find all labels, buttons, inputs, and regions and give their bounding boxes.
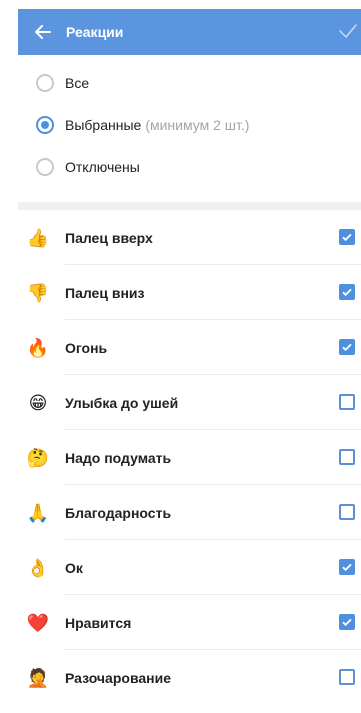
reaction-label: Разочарование: [65, 669, 171, 686]
thumbs-down-icon: 👎: [26, 282, 50, 303]
radio-disabled[interactable]: [36, 158, 54, 176]
option-label: Все: [65, 75, 90, 91]
mode-option-selected[interactable]: Выбранные (минимум 2 шт.): [18, 104, 361, 146]
reaction-item-facepalm[interactable]: 🤦 Разочарование: [18, 650, 361, 705]
reaction-checkbox[interactable]: [339, 339, 355, 355]
check-icon[interactable]: [337, 20, 359, 42]
reaction-item-thumbs-down[interactable]: 👎 Палец вниз: [18, 265, 361, 320]
option-label: Отключены: [65, 159, 140, 175]
thumbs-up-icon: 👍: [26, 227, 50, 248]
reaction-checkbox[interactable]: [339, 449, 355, 465]
page-title: Реакции: [66, 24, 124, 40]
reaction-item-pray[interactable]: 🙏 Благодарность: [18, 485, 361, 540]
reaction-checkbox[interactable]: [339, 229, 355, 245]
reaction-item-thumbs-up[interactable]: 👍 Палец вверх: [18, 210, 361, 265]
radio-all[interactable]: [36, 74, 54, 92]
reaction-item-grin[interactable]: 😁 Улыбка до ушей: [18, 375, 361, 430]
thinking-face-icon: 🤔: [26, 447, 50, 468]
reaction-label: Нравится: [65, 614, 132, 631]
reaction-checkbox[interactable]: [339, 559, 355, 575]
praying-hands-icon: 🙏: [26, 502, 50, 523]
reaction-item-thinking[interactable]: 🤔 Надо подумать: [18, 430, 361, 485]
reaction-item-ok[interactable]: 👌 Ок: [18, 540, 361, 595]
reaction-mode-group: Все Выбранные (минимум 2 шт.) Отключены: [18, 62, 361, 188]
reaction-checkbox[interactable]: [339, 614, 355, 630]
ok-hand-icon: 👌: [26, 557, 50, 578]
mode-option-all[interactable]: Все: [18, 62, 361, 104]
arrow-left-icon[interactable]: [32, 21, 54, 43]
fire-icon: 🔥: [26, 337, 50, 358]
reaction-checkbox[interactable]: [339, 504, 355, 520]
option-label: Выбранные: [65, 117, 142, 133]
reaction-label: Огонь: [65, 339, 108, 356]
reaction-checkbox[interactable]: [339, 394, 355, 410]
reaction-label: Благодарность: [65, 504, 172, 521]
radio-selected[interactable]: [36, 116, 54, 134]
app-bar: Реакции: [18, 9, 361, 55]
reaction-checkbox[interactable]: [339, 284, 355, 300]
section-divider: [18, 202, 361, 210]
reaction-label: Надо подумать: [65, 449, 172, 466]
grinning-face-icon: 😁: [28, 392, 48, 413]
heart-icon: ❤️: [26, 612, 50, 633]
reaction-checkbox[interactable]: [339, 669, 355, 685]
reactions-list: 👍 Палец вверх 👎 Палец вниз 🔥 Огонь 😁 Улы…: [18, 210, 361, 705]
reaction-label: Улыбка до ушей: [65, 394, 179, 411]
reaction-label: Палец вниз: [65, 284, 145, 301]
mode-option-disabled[interactable]: Отключены: [18, 146, 361, 188]
reaction-item-fire[interactable]: 🔥 Огонь: [18, 320, 361, 375]
option-hint: (минимум 2 шт.): [145, 117, 250, 133]
top-area: Реакции: [0, 0, 361, 58]
reaction-label: Ок: [65, 559, 83, 576]
reaction-label: Палец вверх: [65, 229, 153, 246]
facepalm-icon: 🤦: [26, 667, 50, 688]
reaction-item-heart[interactable]: ❤️ Нравится: [18, 595, 361, 650]
